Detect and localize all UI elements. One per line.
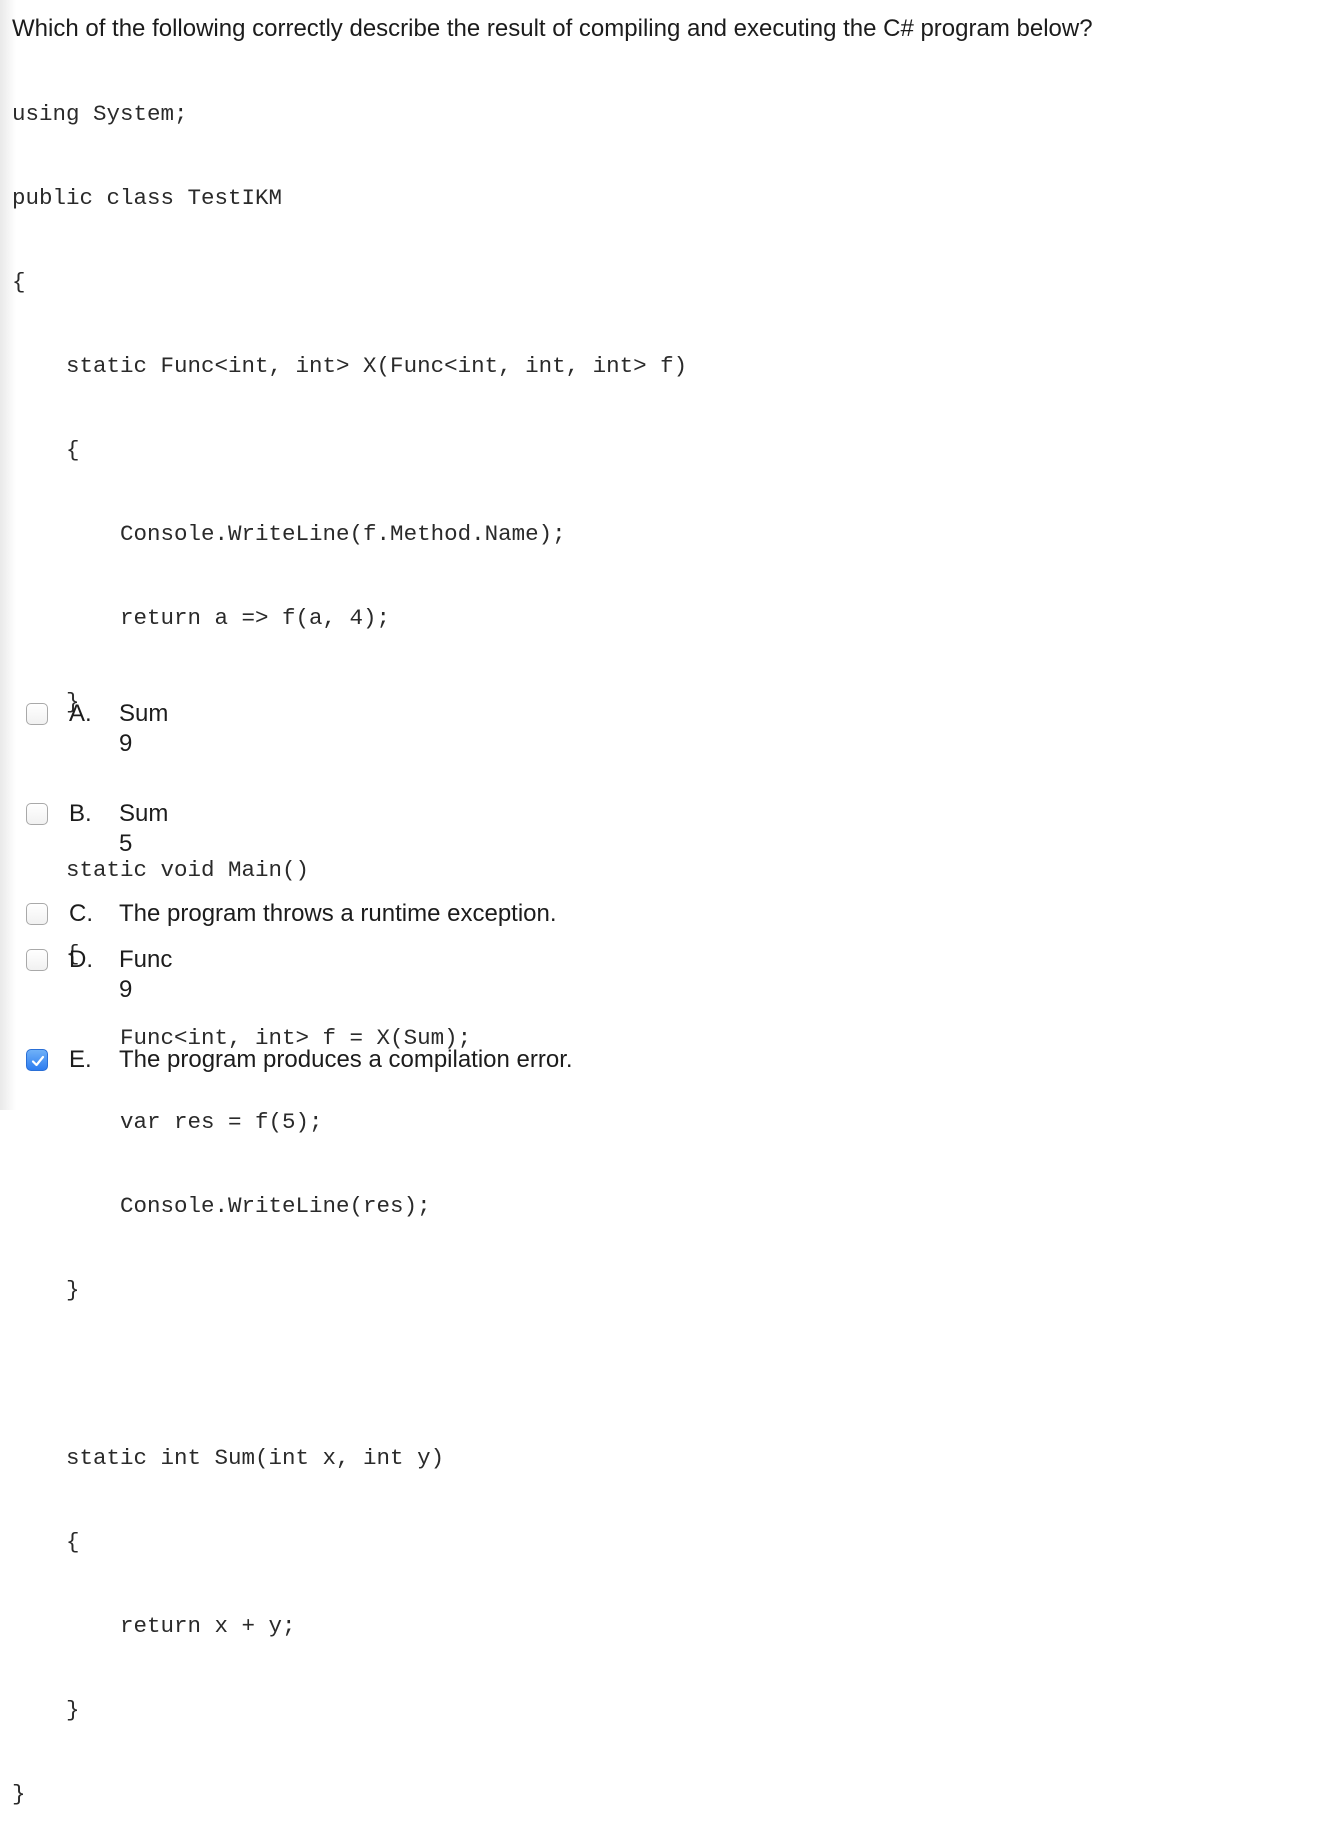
code-line: static int Sum(int x, int y)	[12, 1445, 445, 1471]
option-text: The program throws a runtime exception.	[119, 899, 557, 929]
option-letter: D.	[69, 946, 93, 973]
option-line: The program produces a compilation error…	[119, 1046, 573, 1073]
option-letter: A.	[69, 700, 92, 727]
option-line: Sum	[119, 800, 169, 827]
code-line: return x + y;	[12, 1613, 296, 1639]
option-a-checkbox[interactable]	[26, 703, 48, 725]
option-c-checkbox[interactable]	[26, 903, 48, 925]
code-line: {	[12, 1529, 80, 1555]
code-line: Console.WriteLine(res);	[12, 1193, 431, 1219]
option-text: Sum 9	[119, 699, 168, 759]
option-line: 5	[119, 830, 133, 857]
code-line: var res = f(5);	[12, 1109, 323, 1135]
option-text: Func 9	[119, 945, 172, 1005]
option-line: The program throws a runtime exception.	[119, 900, 557, 927]
option-line: 9	[119, 976, 133, 1003]
option-letter: C.	[69, 900, 93, 927]
option-b-checkbox[interactable]	[26, 803, 48, 825]
code-line: }	[12, 1277, 80, 1303]
option-line: 9	[119, 730, 133, 757]
option-text: The program produces a compilation error…	[119, 1045, 573, 1075]
option-e-checkbox[interactable]	[26, 1049, 48, 1071]
option-d-checkbox[interactable]	[26, 949, 48, 971]
option-line: Sum	[119, 700, 169, 727]
option-letter: E.	[69, 1046, 92, 1073]
option-line: Func	[119, 946, 173, 973]
code-line: }	[12, 1781, 26, 1807]
checkmark-icon	[31, 1055, 45, 1067]
option-letter: B.	[69, 800, 92, 827]
option-text: Sum 5	[119, 799, 168, 859]
answer-options: A. Sum 9 B. Sum 5 C. The program throws …	[0, 0, 1320, 1110]
code-line: }	[12, 1697, 80, 1723]
